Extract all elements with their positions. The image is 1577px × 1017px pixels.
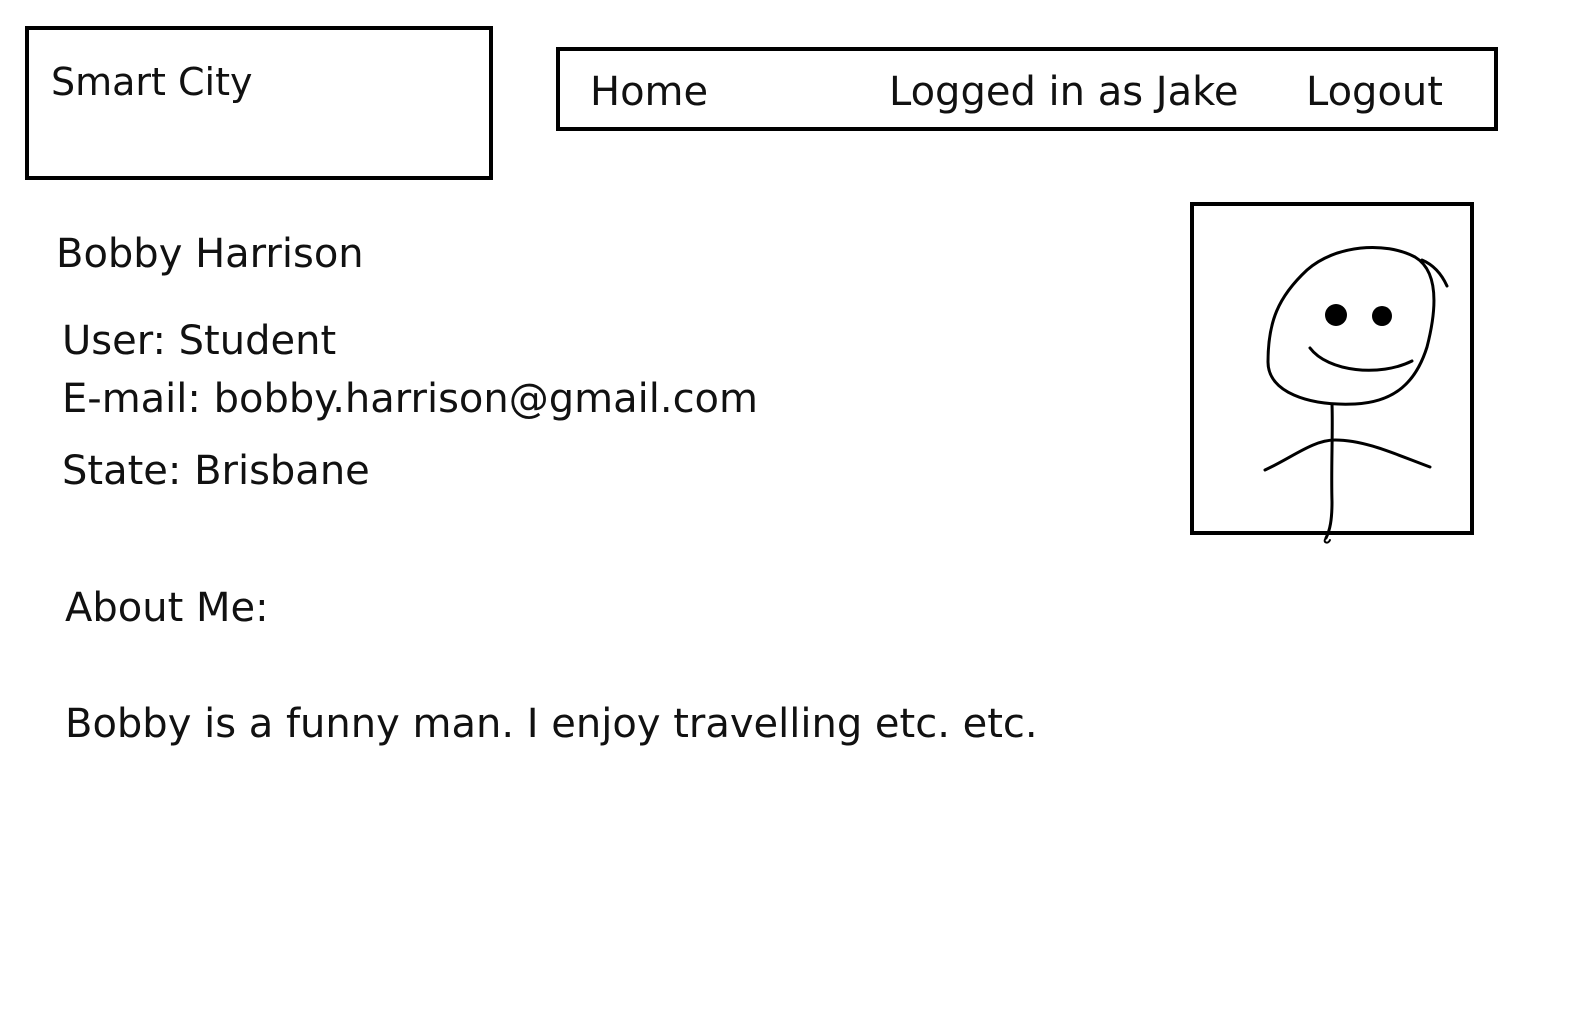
stick-figure-avatar-icon: [1263, 245, 1449, 544]
user-email-value: E-mail: bobby.harrison@gmail.com: [62, 376, 758, 422]
profile-name: Bobby Harrison: [56, 231, 364, 277]
about-me-heading: About Me:: [65, 585, 269, 631]
app-logo-text: Smart City: [51, 60, 253, 104]
top-navigation-bar: Home Logged in as Jake Logout: [556, 47, 1498, 131]
logout-link[interactable]: Logout: [1306, 72, 1443, 112]
logo-box: Smart City: [25, 26, 493, 180]
about-me-text: Bobby is a funny man. I enjoy travelling…: [65, 701, 1038, 747]
nav-home-link[interactable]: Home: [590, 72, 708, 112]
user-type-value: User: Student: [62, 318, 337, 364]
user-state-value: State: Brisbane: [62, 448, 370, 494]
logged-in-status: Logged in as Jake: [889, 69, 1239, 115]
